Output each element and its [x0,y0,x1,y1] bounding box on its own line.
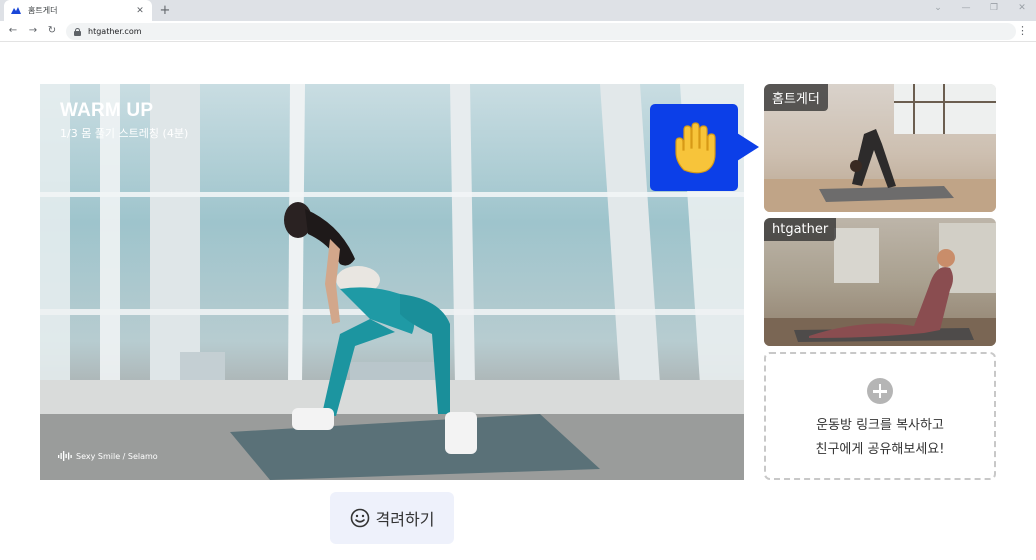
forward-icon[interactable]: → [26,24,40,38]
url-text[interactable]: htgather.com [88,27,142,36]
invite-tile[interactable]: 운동방 링크를 복사하고 친구에게 공유해보세요! [764,352,996,480]
workout-video-scene [40,84,744,480]
tab-search-icon[interactable]: ⌄ [931,3,945,13]
participant-tile[interactable]: htgather [764,218,996,346]
smiley-icon [350,508,369,528]
back-icon[interactable]: ← [6,24,20,38]
browser-tabbar: 홈트게더 ✕ + ⌄ — ❐ ✕ [0,0,1036,21]
music-info: Sexy Smile / Selamo [58,451,158,461]
plus-circle-icon[interactable] [867,378,893,404]
site-favicon-icon [10,6,22,16]
raised-hand-bubble [650,104,738,191]
minimize-icon[interactable]: — [959,3,973,13]
browser-toolbar: ← → ↻ htgather.com ⋮ [0,21,1036,42]
participant-tile[interactable]: 홈트게더 [764,84,996,212]
tab-title: 홈트게더 [28,6,58,15]
participant-name: htgather [764,218,837,241]
browser-tab[interactable]: 홈트게더 ✕ [4,0,152,21]
reload-icon[interactable]: ↻ [45,24,59,38]
invite-text-line-1: 운동방 링크를 복사하고 [816,418,944,433]
workout-title: WARM UP [60,100,154,121]
workout-subtitle: 1/3 몸 풀기 스트레칭 (4분) [60,127,189,140]
invite-text-line-2: 친구에게 공유해보세요! [815,442,945,457]
address-bar[interactable]: htgather.com [66,23,1016,40]
restore-icon[interactable]: ❐ [987,3,1001,13]
cheer-button[interactable]: 격려하기 [330,492,454,544]
hand-bubble-pointer [737,133,759,161]
music-track-label: Sexy Smile / Selamo [76,451,158,461]
window-close-icon[interactable]: ✕ [1015,3,1029,13]
participant-name: 홈트게더 [764,84,828,111]
tab-close-icon[interactable]: ✕ [134,6,146,16]
sound-wave-icon [58,451,72,461]
browser-menu-icon[interactable]: ⋮ [1017,24,1028,38]
workout-video[interactable]: WARM UP 1/3 몸 풀기 스트레칭 (4분) Sexy Smile / … [40,84,744,480]
raised-hand-icon [675,122,716,174]
lock-icon[interactable] [74,27,81,36]
cheer-button-label: 격려하기 [375,510,435,529]
new-tab-button[interactable]: + [157,2,173,19]
